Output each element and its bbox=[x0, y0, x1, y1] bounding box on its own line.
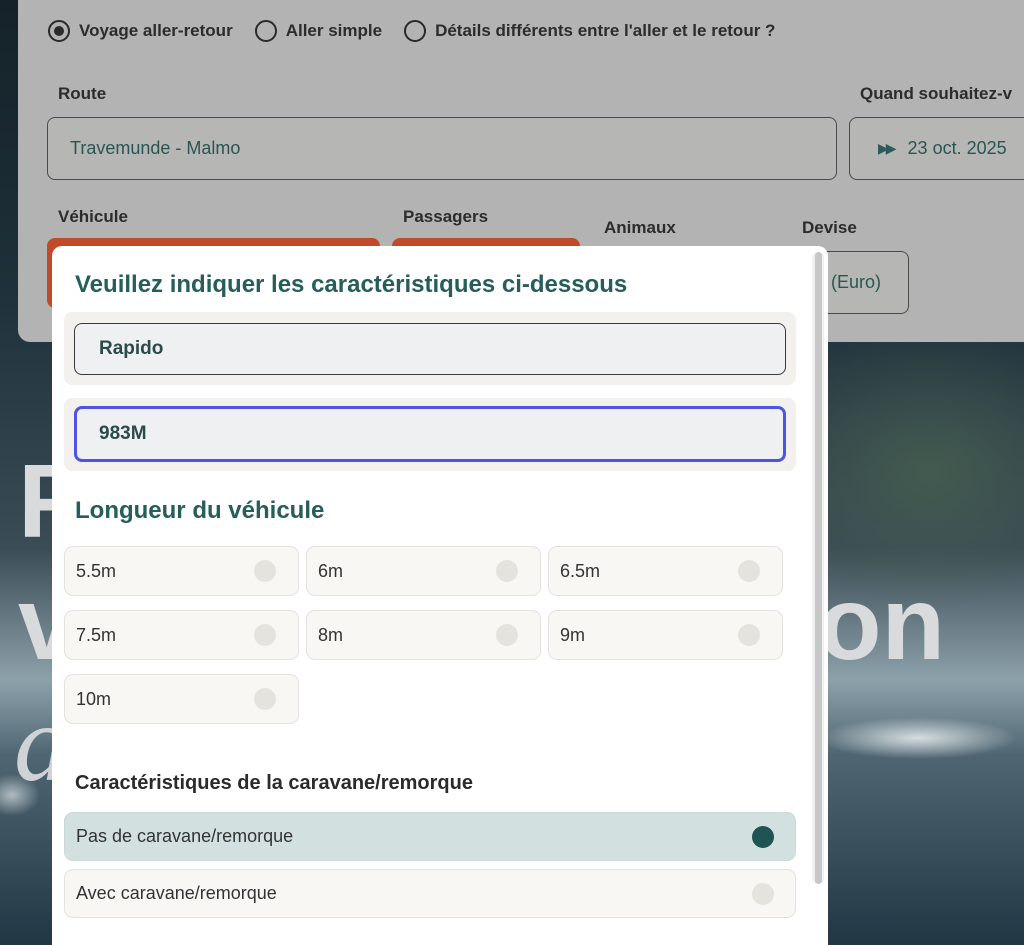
vehicle-make-input[interactable] bbox=[74, 323, 786, 375]
length-option-7-5m[interactable]: 7.5m bbox=[64, 610, 299, 660]
radio-dot-icon bbox=[738, 560, 760, 582]
radio-dot-icon bbox=[254, 624, 276, 646]
hero-heading-line2-end: on bbox=[818, 566, 946, 682]
vehicle-length-title: Longueur du véhicule bbox=[75, 497, 325, 524]
length-option-label: 5.5m bbox=[76, 560, 117, 581]
trailer-option-with[interactable]: Avec caravane/remorque bbox=[64, 869, 796, 918]
vehicle-label: Véhicule bbox=[58, 207, 128, 226]
radio-unchecked-icon bbox=[404, 20, 427, 42]
currency-value: (Euro) bbox=[831, 272, 882, 292]
trip-type-round-trip[interactable]: Voyage aller-retour bbox=[48, 20, 233, 42]
trailer-option-label: Avec caravane/remorque bbox=[76, 883, 277, 903]
length-option-label: 8m bbox=[318, 624, 344, 645]
trailer-section-title: Caractéristiques de la caravane/remorque bbox=[75, 772, 473, 794]
trailer-option-none[interactable]: Pas de caravane/remorque bbox=[64, 812, 796, 861]
trip-type-one-way[interactable]: Aller simple bbox=[254, 20, 383, 42]
date-label: Quand souhaitez-v bbox=[860, 84, 1013, 103]
trip-type-different-details[interactable]: Détails différents entre l'aller et le r… bbox=[404, 20, 775, 42]
modal-title: Veuillez indiquer les caractéristiques c… bbox=[75, 271, 628, 298]
trailer-option-label: Pas de caravane/remorque bbox=[76, 826, 294, 846]
radio-dot-selected-icon bbox=[752, 825, 774, 848]
animals-label: Animaux bbox=[604, 218, 676, 237]
passengers-label: Passagers bbox=[403, 207, 489, 226]
currency-label: Devise bbox=[802, 218, 857, 237]
model-input-wrapper bbox=[64, 398, 796, 471]
length-option-6m[interactable]: 6m bbox=[306, 546, 541, 596]
length-option-label: 7.5m bbox=[76, 624, 117, 645]
length-option-label: 6.5m bbox=[560, 560, 601, 581]
radio-dot-icon bbox=[738, 624, 760, 646]
length-option-10m[interactable]: 10m bbox=[64, 674, 299, 724]
length-option-label: 9m bbox=[560, 624, 586, 645]
length-option-label: 10m bbox=[76, 688, 112, 709]
route-value: Travemunde - Malmo bbox=[70, 138, 241, 158]
radio-dot-icon bbox=[496, 560, 518, 582]
route-label: Route bbox=[58, 84, 107, 103]
modal-scrollbar-thumb[interactable] bbox=[815, 252, 822, 884]
route-field[interactable]: Travemunde - Malmo bbox=[47, 117, 837, 180]
radio-unchecked-icon bbox=[254, 20, 277, 42]
fast-forward-icon: ▶▶ bbox=[878, 140, 896, 156]
trip-type-radio-group: Voyage aller-retour Aller simple Détails… bbox=[48, 20, 797, 42]
radio-dot-icon bbox=[752, 882, 774, 905]
trip-type-label: Voyage aller-retour bbox=[79, 21, 233, 40]
length-option-label: 6m bbox=[318, 560, 344, 581]
vehicle-details-modal: Veuillez indiquer les caractéristiques c… bbox=[52, 246, 828, 945]
radio-dot-icon bbox=[496, 624, 518, 646]
length-option-9m[interactable]: 9m bbox=[548, 610, 783, 660]
radio-checked-icon bbox=[48, 20, 70, 42]
radio-dot-icon bbox=[254, 560, 276, 582]
length-option-8m[interactable]: 8m bbox=[306, 610, 541, 660]
length-option-5-5m[interactable]: 5.5m bbox=[64, 546, 299, 596]
radio-dot-icon bbox=[254, 688, 276, 710]
trip-type-label: Aller simple bbox=[285, 21, 383, 40]
date-value: 23 oct. 2025 bbox=[907, 138, 1007, 158]
make-input-wrapper bbox=[64, 312, 796, 385]
trip-type-label: Détails différents entre l'aller et le r… bbox=[435, 21, 776, 40]
date-field[interactable]: ▶▶ 23 oct. 2025 bbox=[849, 117, 1024, 180]
vehicle-model-input[interactable] bbox=[74, 406, 786, 462]
length-option-6-5m[interactable]: 6.5m bbox=[548, 546, 783, 596]
